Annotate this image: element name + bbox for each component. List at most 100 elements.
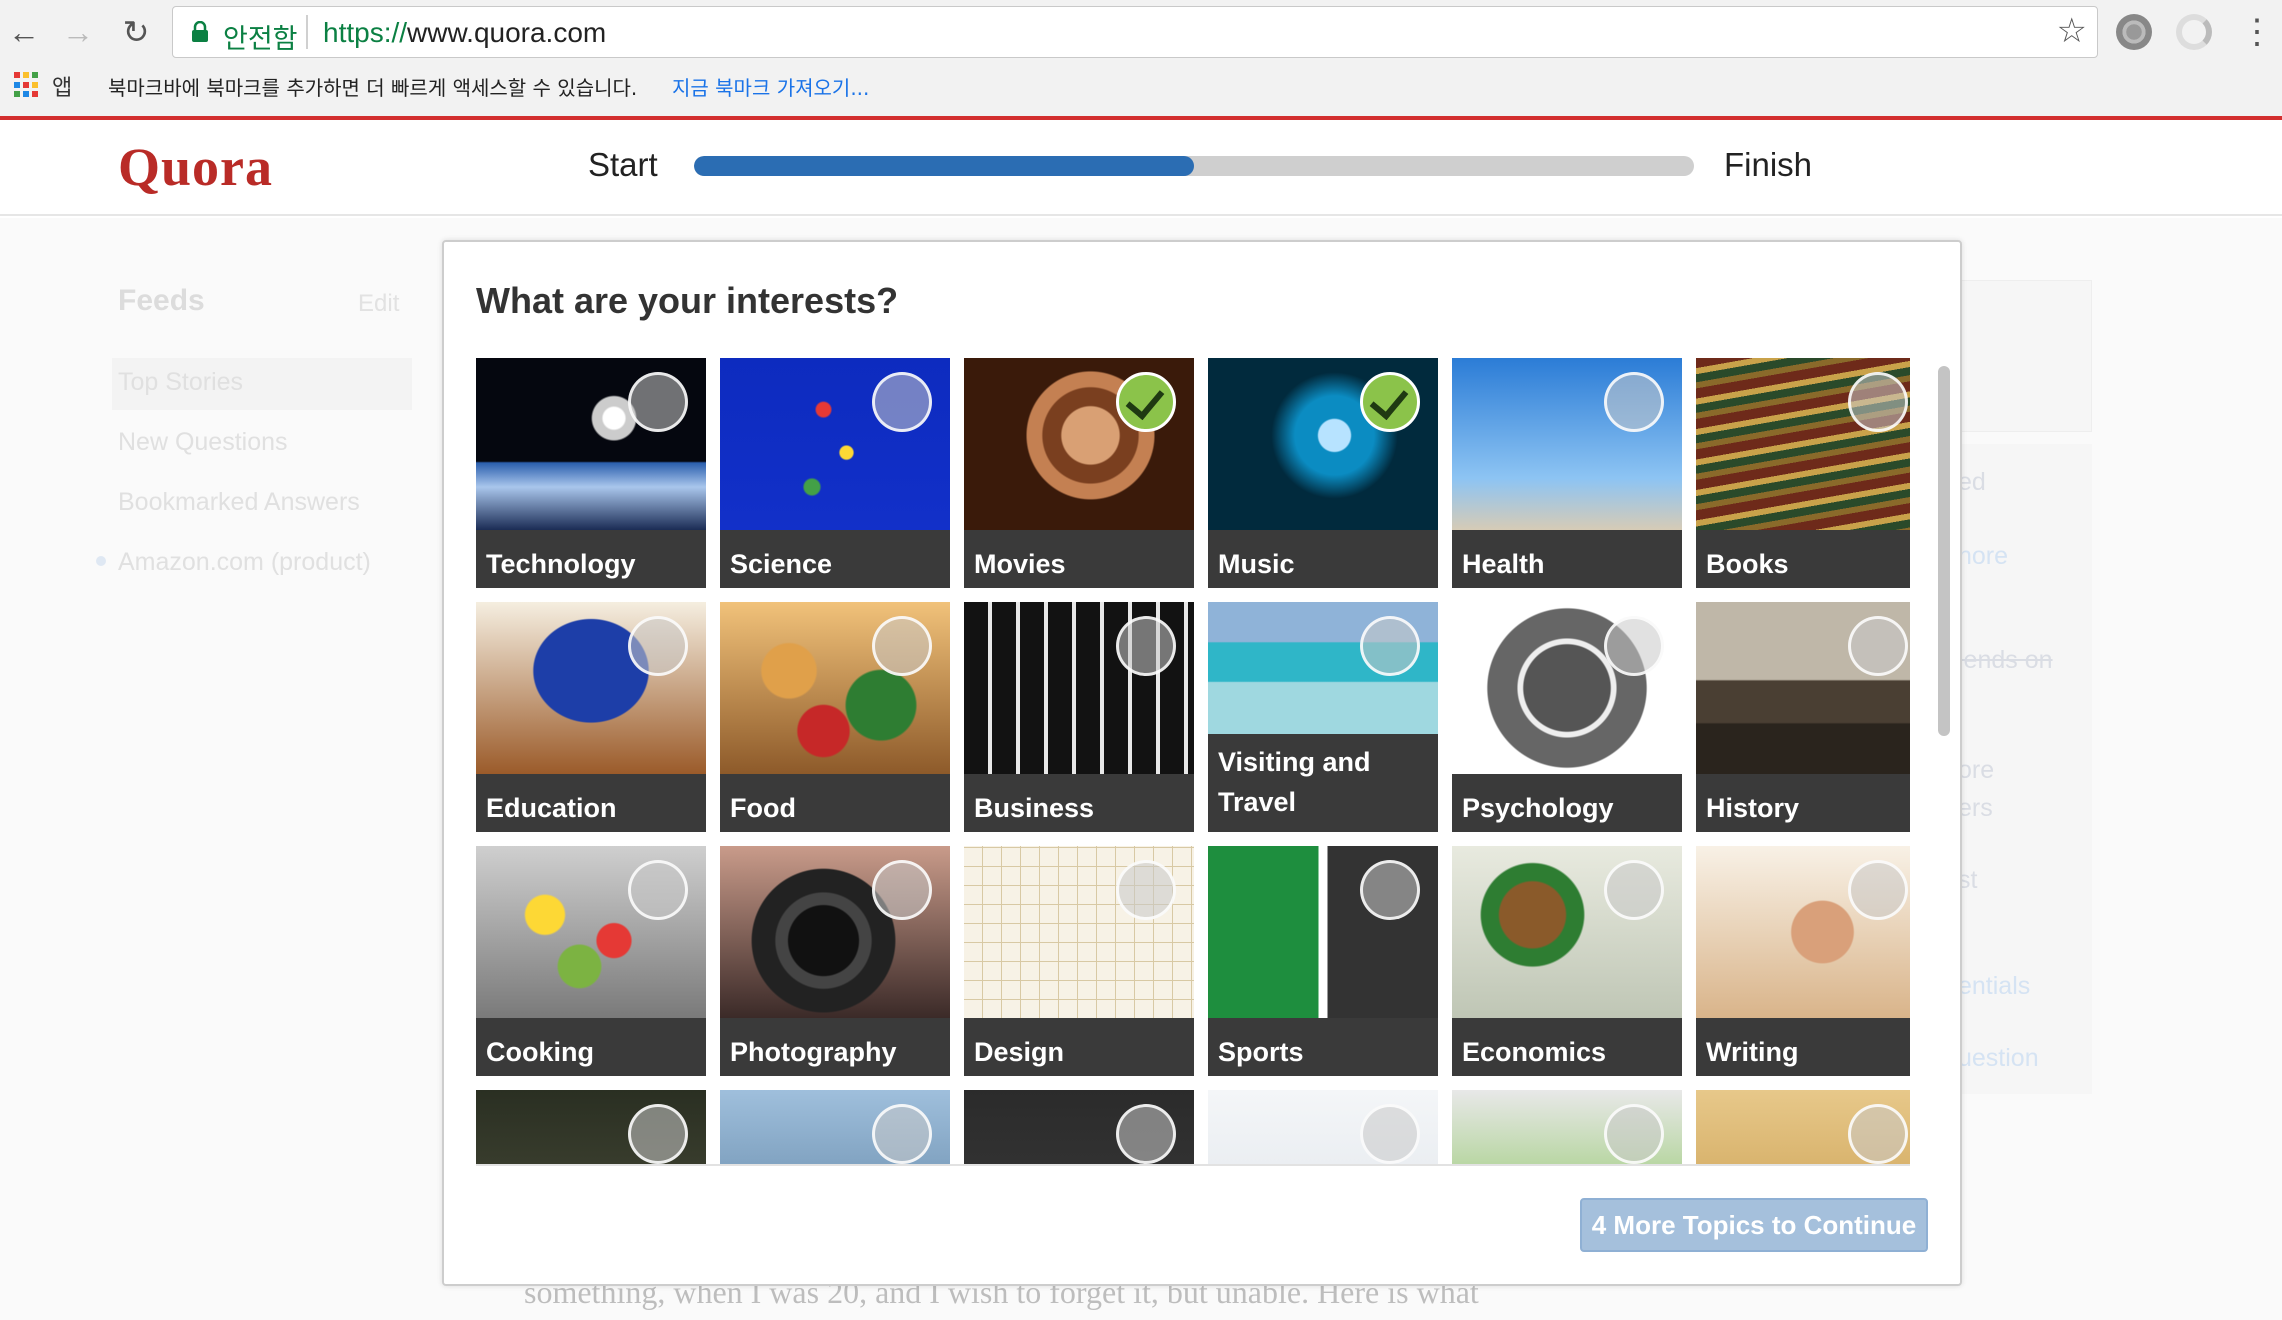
select-circle-icon[interactable] xyxy=(872,1104,932,1164)
topic-label: Psychology xyxy=(1452,774,1682,832)
topics-scroll-area[interactable]: Technology Science Movies Music Health Books E… xyxy=(476,358,1910,1166)
topic-tile-more[interactable] xyxy=(964,1090,1194,1164)
topic-tile-writing[interactable]: Writing xyxy=(1696,846,1910,1076)
select-circle-icon[interactable] xyxy=(872,372,932,432)
forward-icon[interactable]: → xyxy=(56,10,100,54)
select-circle-icon[interactable] xyxy=(1116,860,1176,920)
topic-label: Books xyxy=(1696,530,1910,588)
select-circle-icon[interactable] xyxy=(628,860,688,920)
progress-start-label: Start xyxy=(588,146,658,183)
topic-tile-economics[interactable]: Economics xyxy=(1452,846,1682,1076)
topic-tile-history[interactable]: History xyxy=(1696,602,1910,832)
select-circle-icon[interactable] xyxy=(1360,860,1420,920)
topic-label: Business xyxy=(964,774,1194,832)
select-circle-icon[interactable] xyxy=(628,372,688,432)
reload-icon[interactable]: ↻ xyxy=(114,10,158,54)
right-fragment: uestion xyxy=(1958,1044,2039,1072)
quora-logo[interactable]: Quora xyxy=(118,136,273,198)
topic-label: Economics xyxy=(1452,1018,1682,1076)
select-circle-icon[interactable] xyxy=(1848,372,1908,432)
topic-tile-technology[interactable]: Technology xyxy=(476,358,706,588)
bookmarks-bar: 앱 북마크바에 북마크를 추가하면 더 빠르게 액세스할 수 있습니다. 지금 … xyxy=(0,66,2282,116)
checkmark-icon[interactable] xyxy=(1360,372,1420,432)
topic-label: Writing xyxy=(1696,1018,1910,1076)
select-circle-icon[interactable] xyxy=(872,860,932,920)
topic-label: Technology xyxy=(476,530,706,588)
topic-label: Music xyxy=(1208,530,1438,588)
topic-label: Food xyxy=(720,774,950,832)
topic-tile-cooking[interactable]: Cooking xyxy=(476,846,706,1076)
topic-tile-health[interactable]: Health xyxy=(1452,358,1682,588)
topic-tile-more[interactable] xyxy=(1696,1090,1910,1164)
right-fragment: ore xyxy=(1958,756,1995,784)
import-bookmarks-link[interactable]: 지금 북마크 가져오기... xyxy=(672,72,869,101)
modal-title: What are your interests? xyxy=(476,280,899,321)
topic-tile-sports[interactable]: Sports xyxy=(1208,846,1438,1076)
topic-tile-more[interactable] xyxy=(1208,1090,1438,1164)
right-fragment: ed xyxy=(1958,468,1986,496)
select-circle-icon[interactable] xyxy=(1116,1104,1176,1164)
topic-label: Visiting and Travel xyxy=(1208,734,1438,832)
bookmark-star-icon[interactable]: ☆ xyxy=(2057,11,2087,51)
continue-button[interactable]: 4 More Topics to Continue xyxy=(1580,1198,1928,1252)
topic-label: History xyxy=(1696,774,1910,832)
secure-label: 안전함 xyxy=(223,24,298,55)
extension-gear-icon[interactable] xyxy=(2116,14,2152,50)
topic-tile-food[interactable]: Food xyxy=(720,602,950,832)
topic-label: Science xyxy=(720,530,950,588)
select-circle-icon[interactable] xyxy=(1360,616,1420,676)
right-fragment: iends on xyxy=(1958,646,2053,674)
select-circle-icon[interactable] xyxy=(1604,616,1664,676)
topic-tile-design[interactable]: Design xyxy=(964,846,1194,1076)
topic-tile-psychology[interactable]: Psychology xyxy=(1452,602,1682,832)
select-circle-icon[interactable] xyxy=(628,616,688,676)
feed-item-top-stories: Top Stories xyxy=(118,368,244,396)
address-bar[interactable]: 안전함 https://www.quora.com ☆ xyxy=(172,6,2098,58)
topic-tile-photography[interactable]: Photography xyxy=(720,846,950,1076)
quora-header: Quora Start Finish xyxy=(0,120,2282,216)
interests-modal: What are your interests? Technology Scien… xyxy=(442,240,1962,1286)
progress-fill xyxy=(694,156,1194,176)
apps-grid-icon[interactable] xyxy=(14,72,40,98)
checkmark-icon[interactable] xyxy=(1116,372,1176,432)
scrollbar-thumb[interactable] xyxy=(1938,366,1950,736)
topic-label: Education xyxy=(476,774,706,832)
select-circle-icon[interactable] xyxy=(1604,1104,1664,1164)
topic-tile-books[interactable]: Books xyxy=(1696,358,1910,588)
back-icon[interactable]: ← xyxy=(2,10,46,54)
select-circle-icon[interactable] xyxy=(1604,860,1664,920)
select-circle-icon[interactable] xyxy=(1848,860,1908,920)
topic-tile-more[interactable] xyxy=(476,1090,706,1164)
topic-label: Health xyxy=(1452,530,1682,588)
topic-tile-visiting-and-travel[interactable]: Visiting and Travel xyxy=(1208,602,1438,832)
select-circle-icon[interactable] xyxy=(1116,616,1176,676)
extension-icon[interactable] xyxy=(2176,14,2212,50)
topic-tile-more[interactable] xyxy=(1452,1090,1682,1164)
feed-item-amazon: Amazon.com (product) xyxy=(118,548,371,576)
topic-tile-business[interactable]: Business xyxy=(964,602,1194,832)
topic-tile-music[interactable]: Music xyxy=(1208,358,1438,588)
select-circle-icon[interactable] xyxy=(1848,1104,1908,1164)
topic-tile-movies[interactable]: Movies xyxy=(964,358,1194,588)
select-circle-icon[interactable] xyxy=(628,1104,688,1164)
feed-item-new-questions: New Questions xyxy=(118,428,288,456)
feeds-edit-link: Edit xyxy=(358,290,400,317)
bookmark-message: 북마크바에 북마크를 추가하면 더 빠르게 액세스할 수 있습니다. xyxy=(108,76,638,100)
browser-menu-icon[interactable]: ⋮ xyxy=(2240,10,2274,54)
browser-chrome: ← → ↻ 안전함 https://www.quora.com ☆ ⋮ 앱 북마… xyxy=(0,0,2282,120)
topic-label: Cooking xyxy=(476,1018,706,1076)
apps-label[interactable]: 앱 xyxy=(52,70,72,102)
url-divider xyxy=(306,15,308,49)
select-circle-icon[interactable] xyxy=(1360,1104,1420,1164)
url-text[interactable]: https://www.quora.com xyxy=(323,17,606,49)
select-circle-icon[interactable] xyxy=(1604,372,1664,432)
topic-tile-science[interactable]: Science xyxy=(720,358,950,588)
topic-tile-education[interactable]: Education xyxy=(476,602,706,832)
lock-icon xyxy=(192,21,208,42)
topic-tile-more[interactable] xyxy=(720,1090,950,1164)
progress-finish-label: Finish xyxy=(1724,146,1813,183)
feeds-title: Feeds xyxy=(118,284,205,317)
select-circle-icon[interactable] xyxy=(872,616,932,676)
topic-label: Movies xyxy=(964,530,1194,588)
select-circle-icon[interactable] xyxy=(1848,616,1908,676)
